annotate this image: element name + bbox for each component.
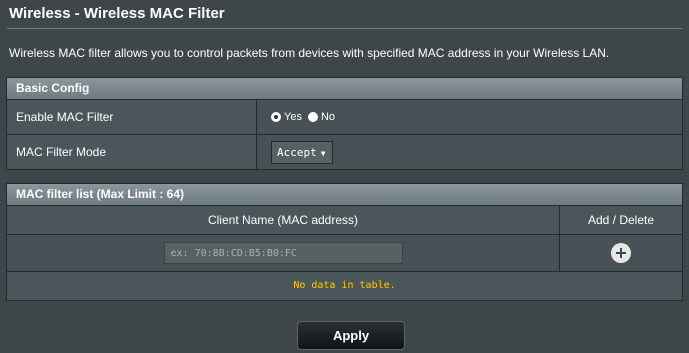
title-divider xyxy=(7,28,682,29)
mac-filter-mode-select[interactable]: Accept ▼ xyxy=(271,140,333,164)
page-title: Wireless - Wireless MAC Filter xyxy=(9,5,225,22)
page-description: Wireless MAC filter allows you to contro… xyxy=(9,46,610,60)
enable-mac-filter-row: Enable MAC Filter Yes No xyxy=(7,100,682,135)
add-circle-icon[interactable] xyxy=(611,243,631,263)
basic-config-header: Basic Config xyxy=(7,78,682,100)
radio-no[interactable] xyxy=(307,112,318,122)
empty-table-message: No data in table. xyxy=(7,272,682,300)
mac-filter-list-columns: Client Name (MAC address) Add / Delete xyxy=(7,206,682,235)
mac-input-row xyxy=(7,235,682,272)
mac-filter-mode-selected: Accept xyxy=(277,145,317,159)
mac-filter-mode-label: MAC Filter Mode xyxy=(7,135,257,169)
enable-mac-filter-label: Enable MAC Filter xyxy=(7,100,257,134)
basic-config-table: Basic Config Enable MAC Filter Yes No MA… xyxy=(6,77,683,170)
mac-address-input[interactable] xyxy=(163,242,403,264)
mac-input-cell xyxy=(7,235,560,271)
radio-yes[interactable] xyxy=(271,112,281,122)
mac-filter-list-header: MAC filter list (Max Limit : 64) xyxy=(7,184,682,206)
mac-filter-list-table: MAC filter list (Max Limit : 64) Client … xyxy=(6,183,683,301)
radio-no-label[interactable]: No xyxy=(321,111,335,123)
column-add-delete: Add / Delete xyxy=(587,213,655,227)
enable-mac-filter-value: Yes No xyxy=(257,100,682,134)
radio-yes-label[interactable]: Yes xyxy=(284,111,302,123)
column-client-name: Client Name (MAC address) xyxy=(7,206,560,234)
apply-button[interactable]: Apply xyxy=(297,321,405,350)
page: Wireless - Wireless MAC Filter Wireless … xyxy=(0,0,689,353)
add-cell xyxy=(560,235,682,271)
chevron-down-icon: ▼ xyxy=(320,148,326,158)
mac-filter-mode-row: MAC Filter Mode Accept ▼ xyxy=(7,135,682,169)
enable-mac-filter-radio-group: Yes No xyxy=(271,111,341,123)
mac-filter-mode-value: Accept ▼ xyxy=(257,135,682,169)
